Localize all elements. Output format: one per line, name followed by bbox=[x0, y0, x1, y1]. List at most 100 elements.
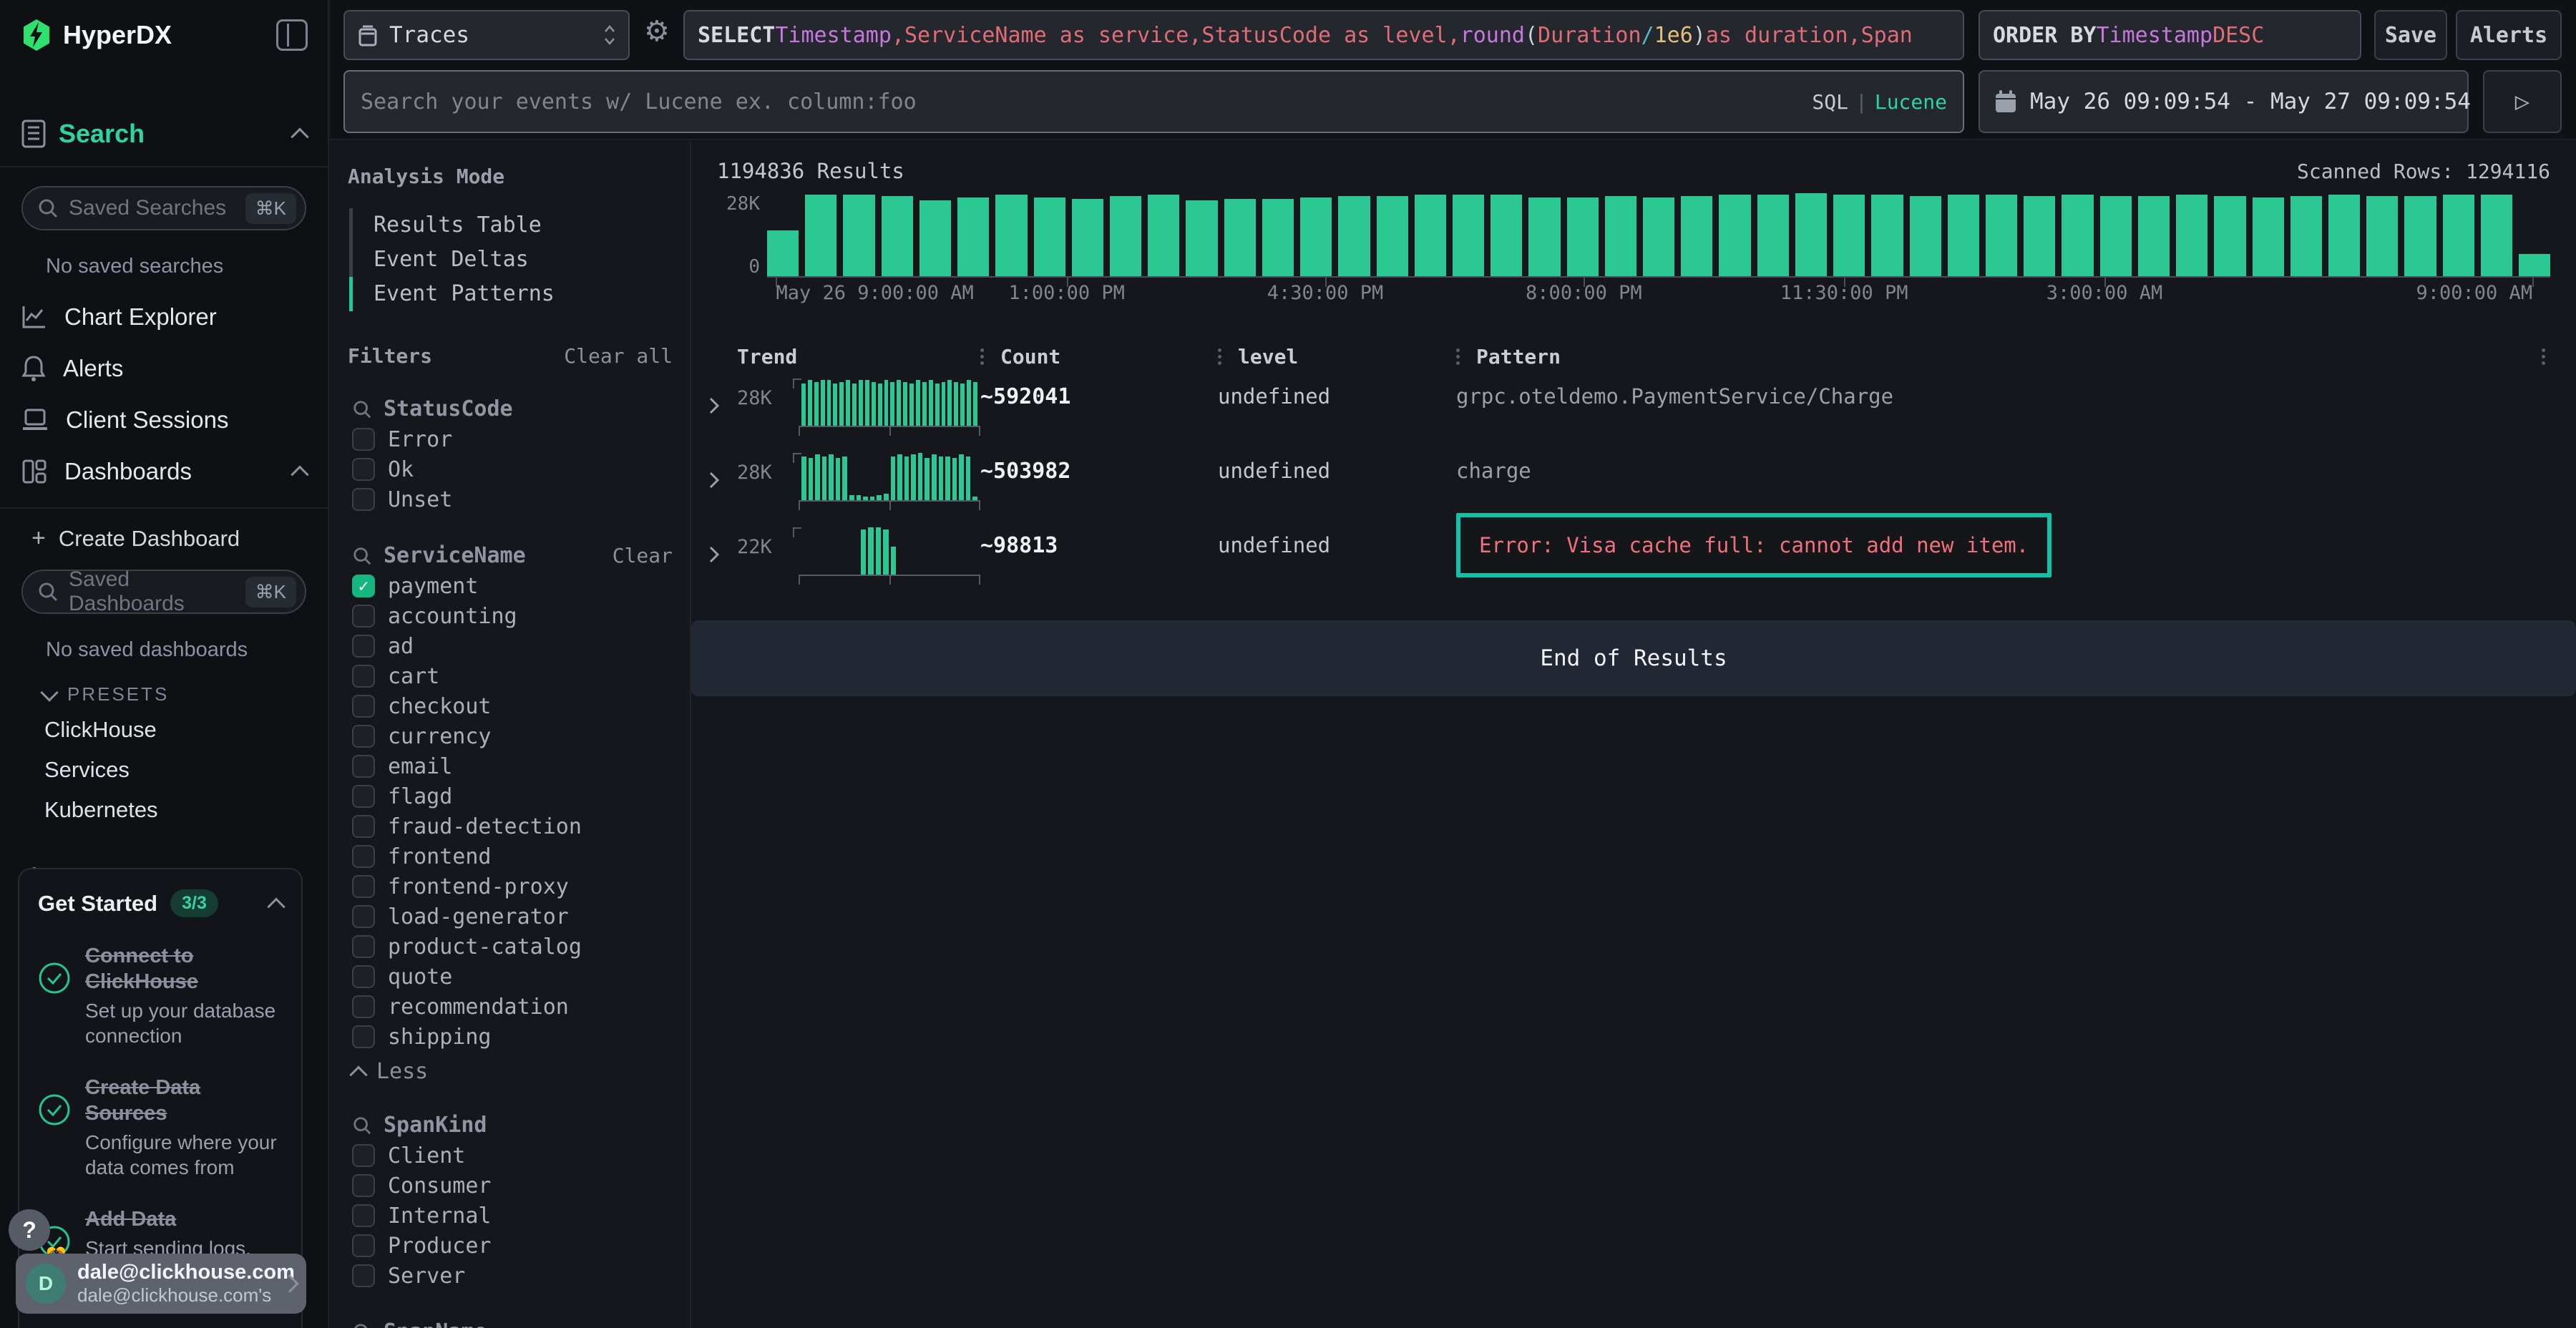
checkbox[interactable] bbox=[352, 458, 375, 481]
table-row[interactable]: 22K ~98813 undefined Error: Visa cache f… bbox=[691, 517, 2576, 592]
table-menu-icon[interactable] bbox=[2542, 346, 2576, 368]
checkbox[interactable] bbox=[352, 875, 375, 898]
filter-option-email[interactable]: email bbox=[331, 751, 690, 781]
source-settings-gear-icon[interactable]: ⚙ bbox=[644, 17, 670, 46]
histogram-bar[interactable] bbox=[1148, 195, 1179, 276]
histogram-bar[interactable] bbox=[995, 195, 1027, 276]
date-range-picker[interactable]: May 26 09:09:54 - May 27 09:09:54 bbox=[1979, 70, 2469, 133]
sidebar-item-chart-explorer[interactable]: Chart Explorer bbox=[0, 291, 328, 343]
histogram-bar[interactable] bbox=[2253, 197, 2284, 276]
histogram-bar[interactable] bbox=[2176, 195, 2207, 276]
preset-kubernetes[interactable]: Kubernetes bbox=[0, 790, 328, 830]
histogram-bar[interactable] bbox=[2481, 195, 2512, 276]
chevron-up-icon[interactable] bbox=[291, 466, 308, 484]
checkbox[interactable] bbox=[352, 1204, 375, 1227]
alerts-button[interactable]: Alerts bbox=[2456, 10, 2562, 60]
checkbox[interactable] bbox=[352, 488, 375, 511]
chevron-up-icon[interactable] bbox=[291, 128, 308, 146]
histogram-bar[interactable] bbox=[1528, 197, 1560, 276]
histogram-bar[interactable] bbox=[2024, 196, 2055, 276]
histogram-bar[interactable] bbox=[1567, 197, 1599, 276]
histogram-bar[interactable] bbox=[2138, 196, 2170, 276]
filter-option-frontend[interactable]: frontend bbox=[331, 841, 690, 872]
filter-option-producer[interactable]: Producer bbox=[331, 1231, 690, 1261]
histogram-bar[interactable] bbox=[1948, 195, 1979, 276]
histogram-bar[interactable] bbox=[2519, 254, 2550, 276]
filter-option-load-generator[interactable]: load-generator bbox=[331, 902, 690, 932]
filter-option-error[interactable]: Error bbox=[331, 424, 690, 454]
help-button[interactable]: ? bbox=[9, 1209, 50, 1251]
filter-option-ok[interactable]: Ok bbox=[331, 454, 690, 484]
filter-option-cart[interactable]: cart bbox=[331, 661, 690, 691]
checkbox[interactable] bbox=[352, 1144, 375, 1167]
lucene-mode-toggle[interactable]: Lucene bbox=[1875, 90, 1947, 114]
histogram-bar[interactable] bbox=[1415, 195, 1446, 276]
filter-option-payment[interactable]: ✓payment bbox=[331, 571, 690, 601]
get-started-step[interactable]: Create Data Sources Configure where your… bbox=[38, 1075, 283, 1181]
run-query-button[interactable]: ▷ bbox=[2483, 70, 2562, 133]
show-less-link[interactable]: Less bbox=[352, 1059, 690, 1084]
checkbox[interactable] bbox=[352, 965, 375, 988]
order-by-editor[interactable]: ORDER BY Timestamp DESC bbox=[1979, 10, 2361, 60]
histogram-bar[interactable] bbox=[2328, 195, 2360, 276]
histogram-bar[interactable] bbox=[882, 196, 913, 276]
histogram-bar[interactable] bbox=[1300, 197, 1332, 276]
histogram-bar[interactable] bbox=[957, 197, 989, 276]
histogram-bar[interactable] bbox=[1986, 195, 2017, 276]
pattern-cell[interactable]: charge bbox=[1456, 443, 2542, 483]
filter-option-internal[interactable]: Internal bbox=[331, 1201, 690, 1231]
histogram-bar[interactable] bbox=[1605, 196, 1636, 276]
histogram-bar[interactable] bbox=[919, 200, 951, 276]
filter-option-product-catalog[interactable]: product-catalog bbox=[331, 932, 690, 962]
filter-option-currency[interactable]: currency bbox=[331, 721, 690, 751]
presets-toggle[interactable]: PRESETS bbox=[43, 683, 328, 706]
histogram-bar[interactable] bbox=[2443, 195, 2474, 276]
chevron-right-icon[interactable] bbox=[708, 470, 721, 490]
drag-handle-icon[interactable] bbox=[1456, 346, 1460, 368]
filter-option-accounting[interactable]: accounting bbox=[331, 601, 690, 631]
drag-handle-icon[interactable] bbox=[1218, 346, 1222, 368]
column-header-count[interactable]: Count bbox=[980, 345, 1218, 368]
checkbox[interactable] bbox=[352, 635, 375, 658]
analysis-mode-results-table[interactable]: Results Table bbox=[349, 208, 690, 243]
get-started-step[interactable]: Connect to ClickHouse Set up your databa… bbox=[38, 943, 283, 1049]
chevron-right-icon[interactable] bbox=[708, 396, 721, 416]
table-row[interactable]: 28K ~592041 undefined grpc.oteldemo.Paym… bbox=[691, 368, 2576, 443]
filter-group-clear-link[interactable]: Clear bbox=[613, 544, 673, 567]
save-button[interactable]: Save bbox=[2374, 10, 2447, 60]
checkbox[interactable] bbox=[352, 1234, 375, 1257]
histogram-bar[interactable] bbox=[1224, 199, 1256, 276]
histogram-bar[interactable] bbox=[767, 230, 799, 276]
histogram-bar[interactable] bbox=[1110, 196, 1141, 276]
histogram-bar[interactable] bbox=[2214, 196, 2245, 276]
histogram-bar[interactable] bbox=[1377, 196, 1408, 276]
histogram-bar[interactable] bbox=[1833, 195, 1865, 276]
sql-mode-toggle[interactable]: SQL bbox=[1812, 90, 1848, 114]
preset-services[interactable]: Services bbox=[0, 750, 328, 790]
chevron-right-icon[interactable] bbox=[708, 545, 721, 565]
sidebar-collapse-icon[interactable] bbox=[276, 19, 308, 51]
checkbox[interactable] bbox=[352, 1025, 375, 1048]
histogram-bar[interactable] bbox=[805, 195, 836, 276]
histogram-bar[interactable] bbox=[1338, 196, 1370, 276]
histogram-bar[interactable] bbox=[1186, 200, 1217, 276]
column-header-trend[interactable]: Trend bbox=[737, 345, 980, 368]
search-input[interactable]: Search your events w/ Lucene ex. column:… bbox=[343, 70, 1964, 133]
checkbox[interactable] bbox=[352, 428, 375, 451]
sidebar-item-client-sessions[interactable]: Client Sessions bbox=[0, 394, 328, 446]
chevron-up-icon[interactable] bbox=[267, 897, 285, 915]
histogram-bar[interactable] bbox=[2404, 196, 2436, 276]
checkbox[interactable] bbox=[352, 935, 375, 958]
histogram-bar[interactable] bbox=[1034, 197, 1065, 276]
filter-option-consumer[interactable]: Consumer bbox=[331, 1171, 690, 1201]
drag-handle-icon[interactable] bbox=[980, 346, 985, 368]
histogram-bar[interactable] bbox=[1262, 199, 1294, 276]
filter-option-server[interactable]: Server bbox=[331, 1261, 690, 1291]
histogram-bar[interactable] bbox=[2290, 196, 2322, 276]
histogram-bar[interactable] bbox=[843, 195, 874, 276]
histogram-bar[interactable] bbox=[1719, 195, 1750, 276]
histogram-bar[interactable] bbox=[2366, 196, 2398, 276]
histogram-bar[interactable] bbox=[1643, 197, 1674, 276]
checkbox[interactable] bbox=[352, 755, 375, 778]
histogram-bar[interactable] bbox=[1072, 199, 1103, 276]
